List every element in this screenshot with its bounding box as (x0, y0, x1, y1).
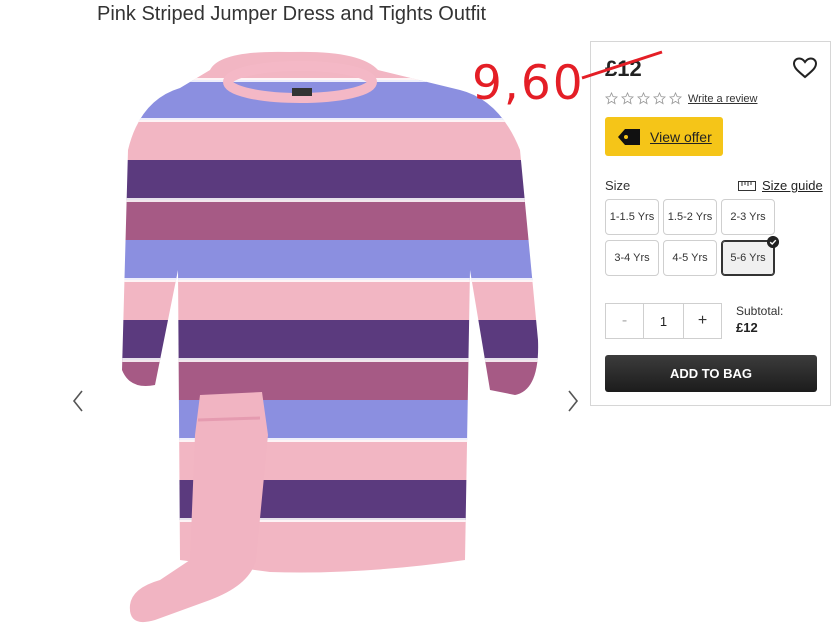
annotated-price: 9,60 (472, 56, 585, 111)
size-option[interactable]: 1-1.5 Yrs (605, 199, 659, 235)
chevron-left-icon (72, 390, 83, 412)
wishlist-button[interactable] (792, 56, 818, 80)
star-icon (669, 92, 682, 105)
view-offer-label: View offer (650, 128, 712, 145)
ruler-icon (738, 180, 756, 191)
add-to-bag-button[interactable]: ADD TO BAG (605, 355, 817, 392)
size-guide-label: Size guide (762, 178, 823, 193)
heart-icon (792, 57, 818, 79)
subtotal-value: £12 (736, 320, 758, 335)
purchase-panel: £12 Write a review View offer Size Size … (590, 41, 831, 406)
product-gallery (60, 40, 590, 629)
star-icon (653, 92, 666, 105)
size-option[interactable]: 4-5 Yrs (663, 240, 717, 276)
size-option[interactable]: 3-4 Yrs (605, 240, 659, 276)
quantity-input[interactable]: 1 (644, 304, 683, 338)
size-option-selected[interactable]: 5-6 Yrs (721, 236, 779, 276)
size-option[interactable]: 2-3 Yrs (721, 199, 775, 235)
product-title: Pink Striped Jumper Dress and Tights Out… (97, 3, 487, 25)
view-offer-button[interactable]: View offer (605, 117, 723, 156)
next-image-button[interactable] (563, 385, 583, 417)
write-review-link[interactable]: Write a review (688, 93, 757, 105)
quantity-stepper: - 1 + (605, 303, 722, 339)
subtotal-label: Subtotal: (736, 304, 784, 318)
chevron-right-icon (568, 390, 579, 412)
checkmark-icon (767, 236, 779, 248)
size-option[interactable]: 1.5-2 Yrs (663, 199, 717, 235)
rating: Write a review (605, 92, 757, 105)
product-image (122, 51, 539, 623)
prev-image-button[interactable] (68, 385, 88, 417)
price-strike-annotation (581, 50, 663, 80)
star-icon (637, 92, 650, 105)
star-icon (621, 92, 634, 105)
size-option-label: 5-6 Yrs (730, 252, 766, 264)
quantity-increase-button[interactable]: + (683, 304, 721, 338)
size-guide-link[interactable]: Size guide (738, 178, 823, 193)
subtotal: Subtotal: £12 (736, 304, 783, 335)
tag-icon (618, 128, 640, 145)
star-icon (605, 92, 618, 105)
size-label: Size (605, 178, 631, 193)
quantity-decrease-button[interactable]: - (606, 304, 644, 338)
